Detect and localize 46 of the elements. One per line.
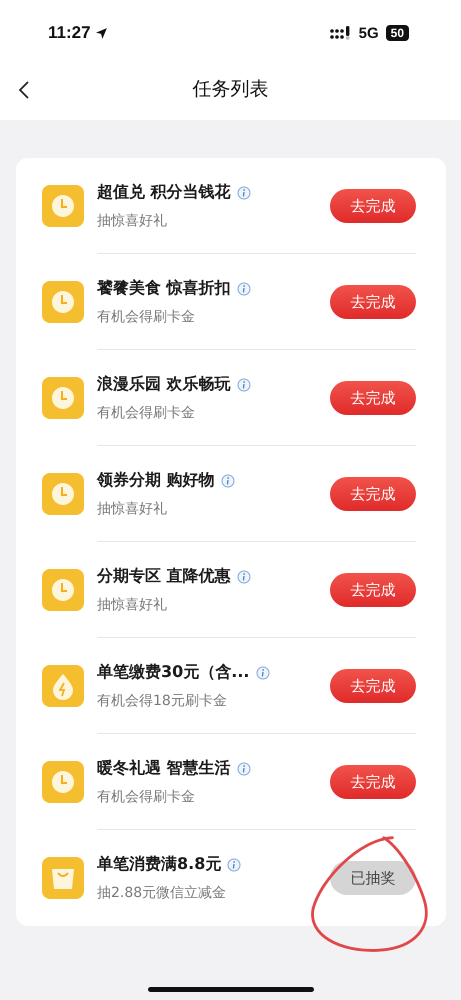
task-title: 分期专区 直降优惠 (97, 566, 231, 587)
complete-task-button[interactable]: 去完成 (330, 765, 416, 799)
complete-task-button[interactable]: 去完成 (330, 669, 416, 703)
signal-icon (330, 26, 352, 40)
shopping-bag-icon (42, 857, 84, 899)
info-icon[interactable] (256, 666, 270, 680)
task-subtitle: 抽惊喜好礼 (97, 500, 168, 518)
task-subtitle: 抽2.88元微信立减金 (97, 884, 228, 902)
clock-icon (42, 185, 84, 227)
task-subtitle: 有机会得18元刷卡金 (97, 692, 228, 710)
clock-icon (42, 761, 84, 803)
task-title: 暖冬礼遇 智慧生活 (97, 758, 231, 779)
network-label: 5G (358, 24, 379, 42)
task-subtitle: 有机会得刷卡金 (97, 788, 196, 806)
info-icon[interactable] (220, 474, 235, 488)
task-title: 单笔消费满8.8元 (97, 854, 222, 875)
complete-task-button[interactable]: 去完成 (330, 285, 416, 319)
clock-icon (42, 473, 84, 515)
complete-task-button[interactable]: 去完成 (330, 381, 416, 415)
info-icon[interactable] (236, 570, 251, 584)
info-icon[interactable] (236, 282, 251, 296)
status-time: 11:27 (48, 23, 91, 43)
task-title: 超值兑 积分当钱花 (97, 182, 231, 203)
task-title: 领券分期 购好物 (97, 470, 215, 491)
clock-icon (42, 377, 84, 419)
info-icon[interactable] (236, 762, 251, 776)
task-subtitle: 抽惊喜好礼 (97, 212, 168, 230)
task-subtitle: 有机会得刷卡金 (97, 308, 196, 326)
battery-indicator: 50 (386, 25, 409, 41)
task-title: 饕餮美食 惊喜折扣 (97, 278, 231, 299)
info-icon[interactable] (236, 186, 251, 200)
task-subtitle: 有机会得刷卡金 (97, 404, 196, 422)
complete-task-button[interactable]: 去完成 (330, 573, 416, 607)
task-title: 浪漫乐园 欢乐畅玩 (97, 374, 231, 395)
clock-icon (42, 569, 84, 611)
info-icon[interactable] (236, 378, 251, 392)
drop-icon (42, 665, 84, 707)
page-title: 任务列表 (192, 77, 268, 102)
task-title: 单笔缴费30元（含... (97, 662, 250, 683)
clock-icon (42, 281, 84, 323)
task-subtitle: 抽惊喜好礼 (97, 596, 168, 614)
location-arrow-icon (94, 26, 108, 40)
completed-button[interactable]: 已抽奖 (330, 861, 416, 895)
complete-task-button[interactable]: 去完成 (330, 477, 416, 511)
info-icon[interactable] (227, 858, 242, 872)
complete-task-button[interactable]: 去完成 (330, 189, 416, 223)
